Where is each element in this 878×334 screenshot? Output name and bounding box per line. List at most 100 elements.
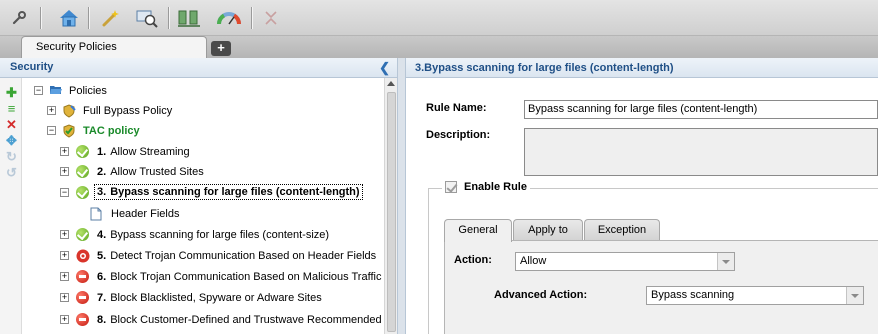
tree-label: Header Fields <box>111 208 180 220</box>
block-icon <box>76 313 89 326</box>
rule-number: 4. <box>97 229 107 241</box>
rule-number: 7. <box>97 292 107 304</box>
rule-label: Block Customer-Defined and Trustwave Rec… <box>110 314 384 326</box>
tree-node-header-fields[interactable]: Header Fields <box>22 204 384 224</box>
undo-icon[interactable]: ↺ <box>5 166 18 179</box>
tree-rule-1[interactable]: + 1. Allow Streaming <box>22 142 384 162</box>
expand-toggle[interactable]: + <box>60 251 69 260</box>
rule-number: 1. <box>97 146 107 158</box>
enable-rule-label: Enable Rule <box>464 181 527 193</box>
servers-icon[interactable] <box>176 5 202 31</box>
description-label: Description: <box>426 129 491 141</box>
tree-rule-6[interactable]: + 6. Block Trojan Communication Based on … <box>22 267 384 287</box>
policy-tree: − Policies + Full Bypass Policy − TAC po… <box>22 78 384 334</box>
expand-toggle[interactable]: + <box>60 315 69 324</box>
rule-panel-title: 3.Bypass scanning for large files (conte… <box>415 62 674 74</box>
action-select[interactable]: Allow <box>515 252 735 271</box>
tree-actions-column: ✚ ≡ ✕ ✥ ↻ ↺ <box>0 78 22 334</box>
network-search-icon[interactable] <box>134 5 160 31</box>
advanced-action-select-value: Bypass scanning <box>651 289 735 301</box>
tree-rule-7[interactable]: + 7. Block Blacklisted, Spyware or Adware… <box>22 288 384 308</box>
expand-toggle[interactable]: + <box>47 106 56 115</box>
enable-rule-legend: Enable Rule <box>442 181 530 193</box>
rule-number: 5. <box>97 250 107 262</box>
rule-label: Block Blacklisted, Spyware or Adware Sit… <box>110 292 322 304</box>
redo-icon[interactable]: ↻ <box>5 150 18 163</box>
rule-label: Allow Trusted Sites <box>110 166 204 178</box>
tree-label: TAC policy <box>83 125 140 137</box>
collapse-toggle[interactable]: − <box>47 126 56 135</box>
scroll-up-icon[interactable] <box>387 81 395 86</box>
home-icon[interactable] <box>56 5 82 31</box>
rule-panel-header: 3.Bypass scanning for large files (conte… <box>406 58 878 78</box>
chevron-down-icon[interactable] <box>717 253 734 270</box>
expand-toggle[interactable]: + <box>60 167 69 176</box>
tree-node-tac-policy[interactable]: − TAC policy <box>22 121 384 141</box>
tree-rule-2[interactable]: + 2. Allow Trusted Sites <box>22 162 384 182</box>
wand-icon[interactable] <box>98 5 124 31</box>
tree-rule-4[interactable]: + 4. Bypass scanning for large files (con… <box>22 225 384 245</box>
tab-general[interactable]: General <box>444 219 512 242</box>
scroll-thumb[interactable] <box>387 92 396 332</box>
tree-label: Policies <box>69 85 107 97</box>
advanced-action-label: Advanced Action: <box>494 289 588 301</box>
rule-label: Detect Trojan Communication Based on Hea… <box>110 250 377 262</box>
allow-check-icon <box>76 165 89 178</box>
tree-scrollbar[interactable] <box>384 78 398 334</box>
expand-toggle[interactable]: + <box>60 272 69 281</box>
tree-node-policies[interactable]: − Policies <box>22 81 384 101</box>
collapse-icon[interactable] <box>258 5 284 31</box>
tree-rule-3[interactable]: − 3. Bypass scanning for large files (con… <box>22 183 384 203</box>
delete-icon[interactable]: ✕ <box>5 118 18 131</box>
policy-shield-icon <box>62 104 76 118</box>
collapse-toggle[interactable]: − <box>34 86 43 95</box>
tree-rule-8[interactable]: + 8. Block Customer-Defined and Trustwave… <box>22 310 384 330</box>
rule-name-label: Rule Name: <box>426 102 487 114</box>
rule-label: Allow Streaming <box>110 146 190 158</box>
rule-label: Block Trojan Communication Based on Mali… <box>110 271 382 283</box>
panel-title: Security <box>10 61 54 73</box>
main-toolbar <box>0 0 878 36</box>
drag-icon[interactable]: ✥ <box>5 134 18 147</box>
policy-shield-check-icon <box>62 124 76 138</box>
wrench-icon[interactable] <box>6 5 32 31</box>
action-label: Action: <box>454 254 492 266</box>
enable-rule-checkbox[interactable] <box>445 181 457 193</box>
rule-label: Bypass scanning for large files (content… <box>110 229 330 241</box>
chevron-down-icon[interactable] <box>846 287 863 304</box>
expand-toggle[interactable]: + <box>60 293 69 302</box>
tab-apply-to[interactable]: Apply to <box>513 219 583 241</box>
allow-check-icon <box>76 186 89 199</box>
security-panel-header: Security ❮ <box>0 58 398 78</box>
block-icon <box>76 270 89 283</box>
rule-number: 3. <box>97 186 107 198</box>
rule-label: Bypass scanning for large files (content… <box>110 186 360 198</box>
tab-security-policies[interactable]: Security Policies <box>21 36 207 59</box>
allow-check-icon <box>76 228 89 241</box>
tab-exception[interactable]: Exception <box>584 219 660 241</box>
collapse-toggle[interactable]: − <box>60 188 69 197</box>
tree-label: Full Bypass Policy <box>83 105 173 117</box>
expand-toggle[interactable]: + <box>60 230 69 239</box>
panel-splitter[interactable] <box>398 58 406 334</box>
gauge-icon[interactable] <box>216 5 242 31</box>
move-icon[interactable]: ≡ <box>5 102 18 115</box>
add-tab-button[interactable]: + <box>211 41 231 56</box>
collapse-panel-icon[interactable]: ❮ <box>379 60 390 76</box>
tree-rule-5[interactable]: + 5. Detect Trojan Communication Based on… <box>22 246 384 266</box>
rule-number: 6. <box>97 271 107 283</box>
tab-strip: Security Policies + <box>0 36 878 59</box>
rule-number: 8. <box>97 314 107 326</box>
advanced-action-select[interactable]: Bypass scanning <box>646 286 864 305</box>
description-textarea[interactable] <box>524 128 878 176</box>
add-icon[interactable]: ✚ <box>5 86 18 99</box>
tree-node-full-bypass[interactable]: + Full Bypass Policy <box>22 101 384 121</box>
rule-number: 2. <box>97 166 107 178</box>
document-icon <box>90 207 104 221</box>
rule-name-input[interactable]: Bypass scanning for large files (content… <box>524 100 878 119</box>
detect-icon <box>76 249 90 263</box>
folder-open-icon <box>49 84 63 98</box>
expand-toggle[interactable]: + <box>60 147 69 156</box>
allow-check-icon <box>76 145 89 158</box>
action-select-value: Allow <box>520 255 547 267</box>
